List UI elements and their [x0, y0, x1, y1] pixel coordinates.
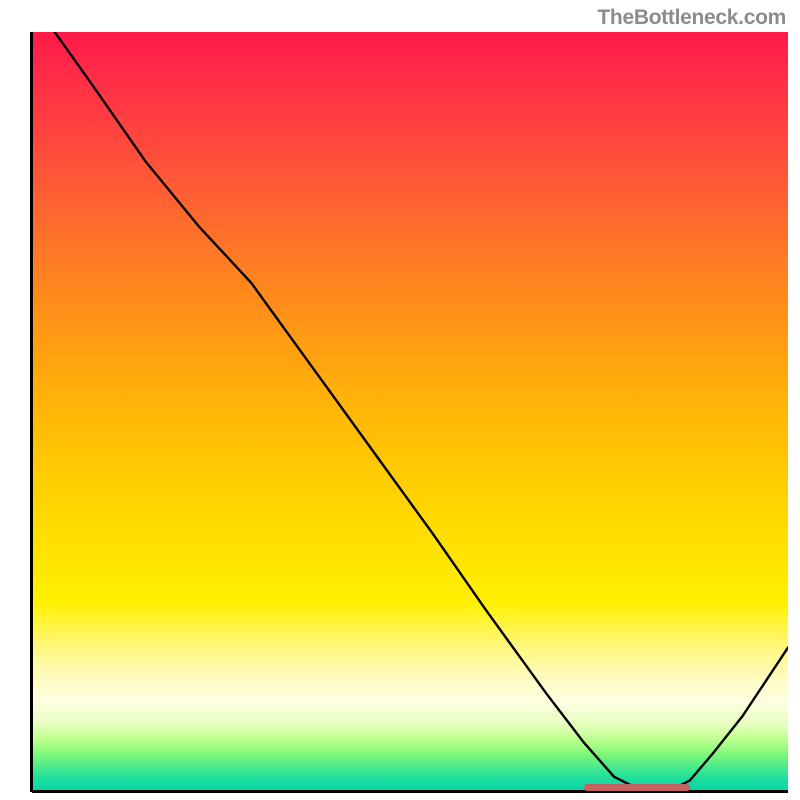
- bottleneck-curve: [32, 32, 788, 792]
- watermark-text: TheBottleneck.com: [597, 6, 786, 30]
- y-axis-line: [30, 32, 33, 792]
- optimal-range-marker: [584, 784, 690, 791]
- plot-area: [32, 32, 788, 792]
